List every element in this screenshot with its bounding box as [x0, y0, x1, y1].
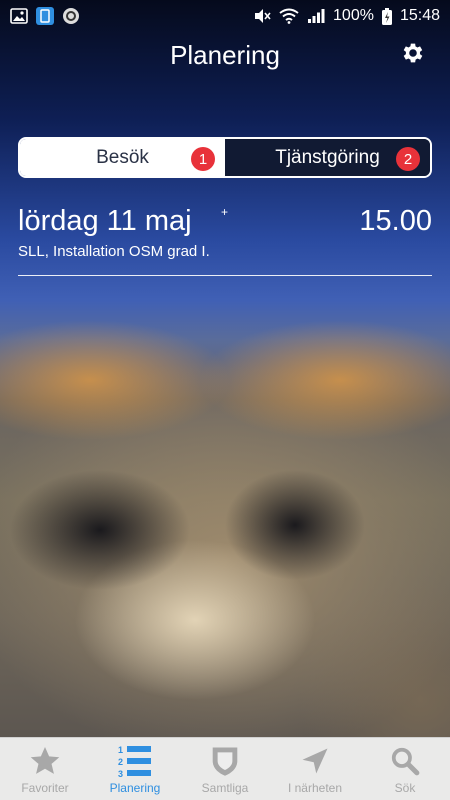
tab-bar: Favoriter 1 2 3 Planering Samtliga I när… [0, 737, 450, 800]
clock: 15:48 [399, 7, 440, 24]
event-time: 15.00 [359, 205, 432, 237]
mute-icon [253, 8, 271, 24]
event-date: lördag 11 maj [18, 205, 192, 237]
tab-sok[interactable]: Sök [360, 738, 450, 800]
blurred-background-photo [0, 0, 450, 800]
svg-text:1: 1 [118, 745, 123, 755]
tab-i-narheten[interactable]: I närheten [270, 738, 360, 800]
battery-percent: 100% [333, 7, 374, 24]
segment-tjanstgoring[interactable]: Tjänstgöring 2 [225, 139, 430, 176]
gear-icon [400, 40, 426, 71]
tab-planering-label: Planering [109, 781, 161, 795]
segment-besok-badge: 1 [191, 147, 215, 171]
segment-besok[interactable]: Besök 1 [20, 139, 225, 176]
tab-i-narheten-label: I närheten [287, 781, 343, 795]
location-arrow-icon [300, 744, 330, 778]
event-marker: + [221, 205, 229, 219]
signal-icon [307, 8, 325, 24]
gallery-icon [10, 8, 28, 24]
wifi-icon [279, 8, 299, 24]
star-icon [29, 744, 61, 778]
tab-planering[interactable]: 1 2 3 Planering [90, 738, 180, 800]
shield-icon [210, 744, 240, 778]
svg-text:2: 2 [118, 757, 123, 767]
segment-tjanstgoring-badge: 2 [396, 147, 420, 171]
status-left [10, 7, 80, 25]
phone-screen-icon [36, 7, 54, 25]
page-title: Planering [170, 39, 280, 70]
tab-favoriter[interactable]: Favoriter [0, 738, 90, 800]
tab-favoriter-label: Favoriter [21, 781, 69, 795]
tab-sok-label: Sök [394, 781, 416, 795]
segment-tjanstgoring-label: Tjänstgöring [275, 146, 380, 168]
tab-samtliga-label: Samtliga [201, 781, 249, 795]
numbered-list-icon: 1 2 3 [117, 744, 153, 778]
circle-app-icon [62, 7, 80, 25]
battery-icon [381, 7, 392, 25]
status-bar: 100% 15:48 [0, 0, 450, 32]
tab-samtliga[interactable]: Samtliga [180, 738, 270, 800]
event-list-item[interactable]: lördag 11 maj + 15.00 SLL, Installation … [18, 205, 432, 276]
event-description: SLL, Installation OSM grad I. [18, 243, 210, 260]
header: Planering [0, 32, 450, 78]
segment-besok-label: Besök [96, 146, 149, 168]
segmented-control: Besök 1 Tjänstgöring 2 [18, 137, 432, 178]
search-icon [390, 744, 420, 778]
svg-text:3: 3 [118, 769, 123, 778]
settings-button[interactable] [398, 40, 428, 70]
status-right: 100% 15:48 [253, 7, 440, 25]
